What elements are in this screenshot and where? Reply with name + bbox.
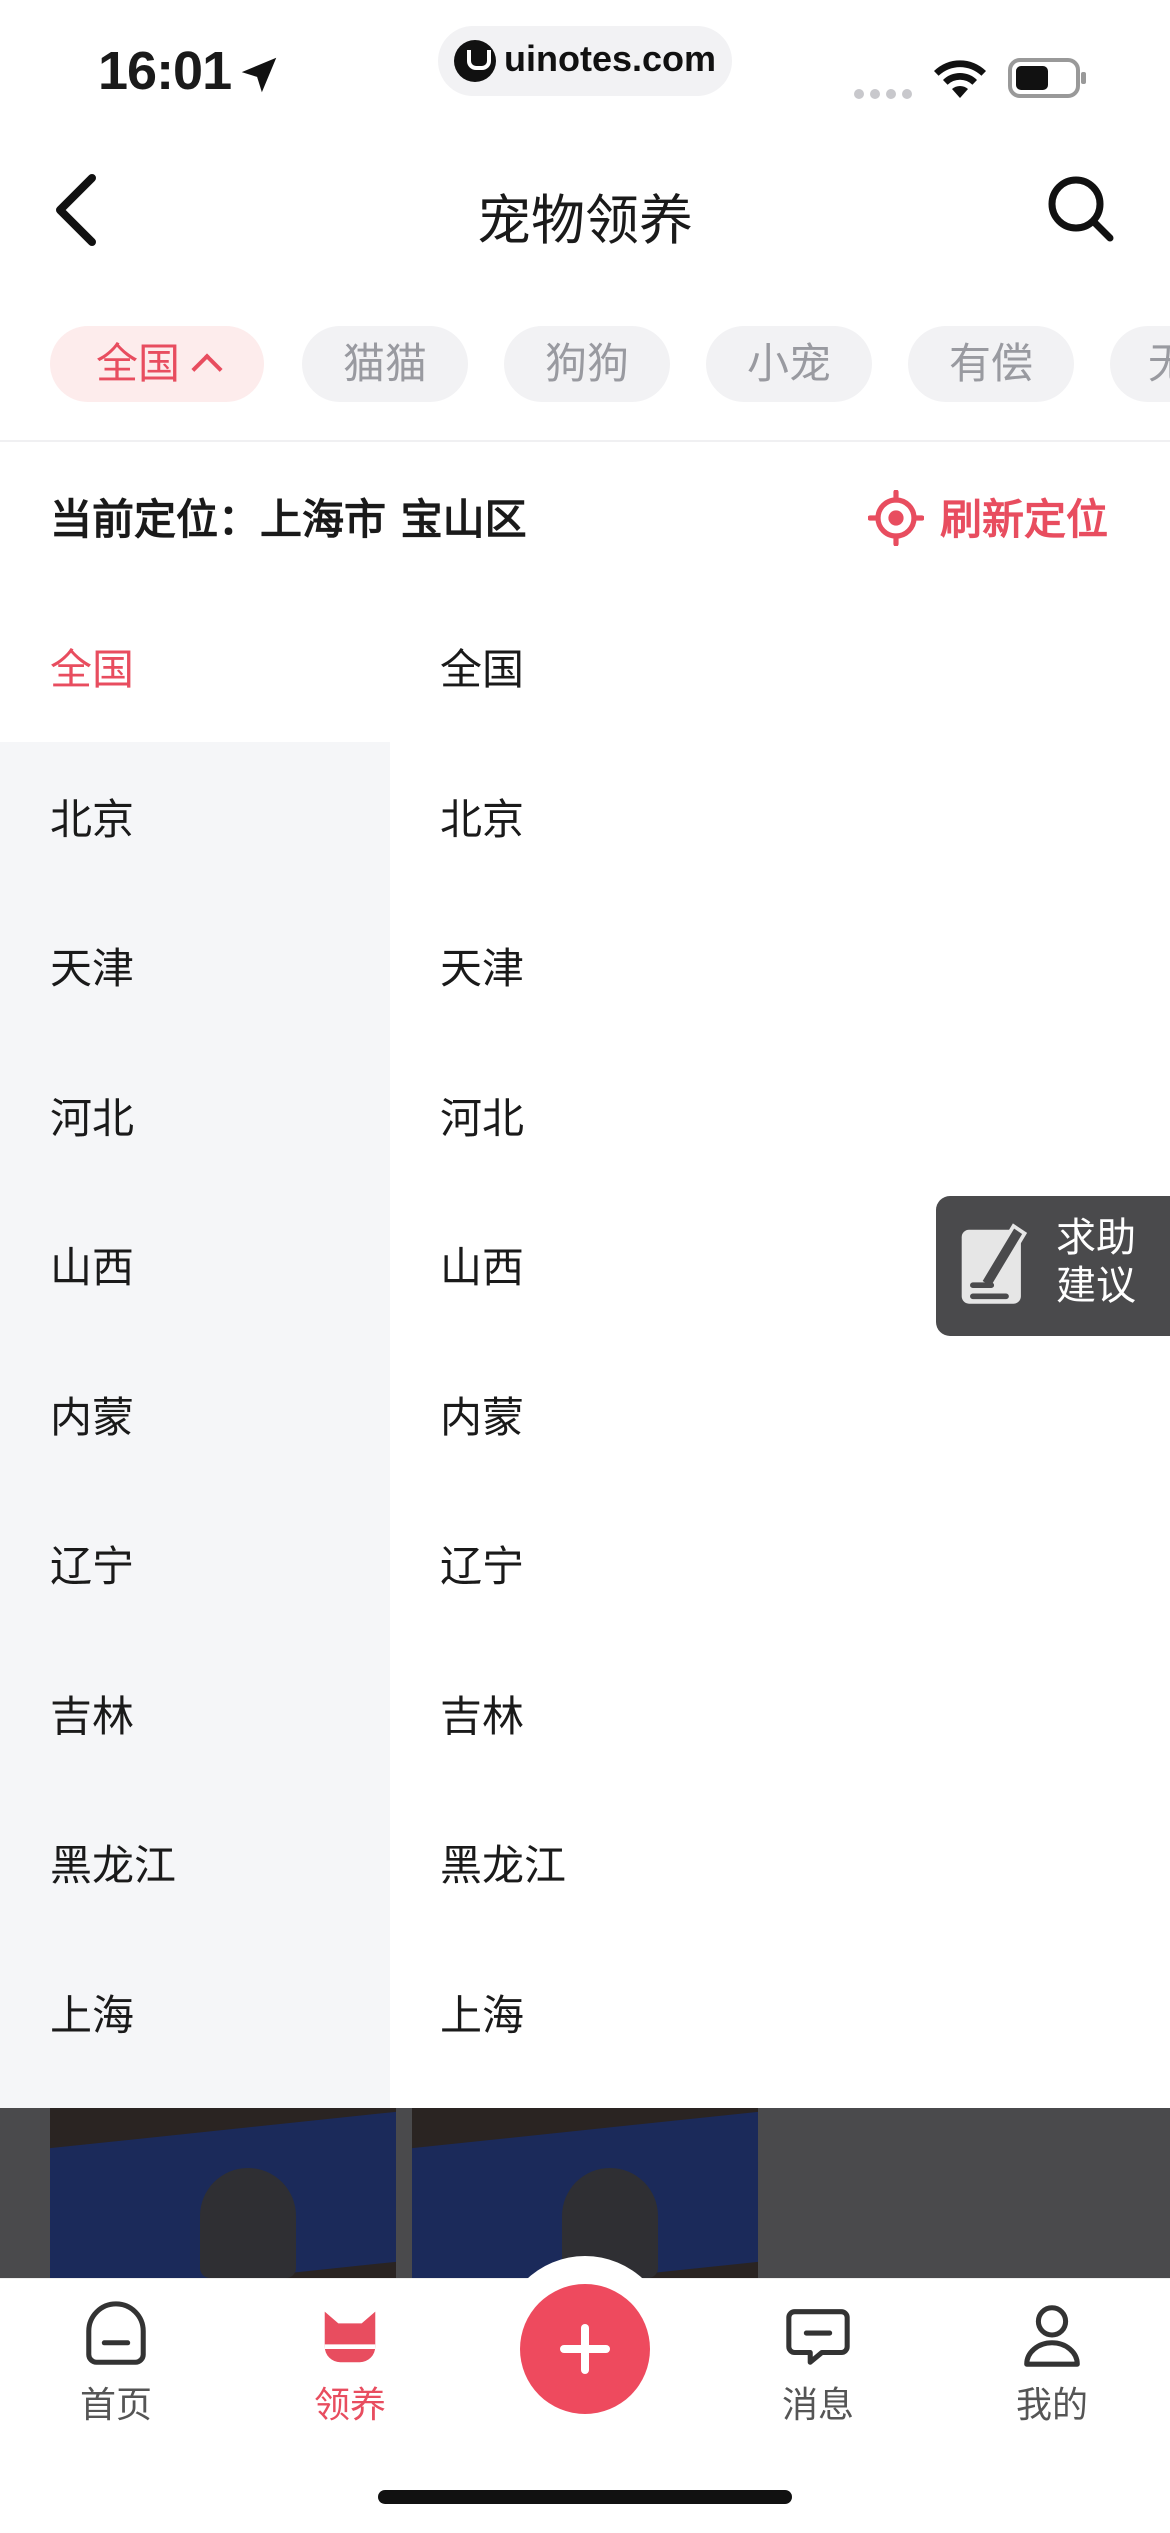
city-item[interactable]: 山西 xyxy=(440,1234,524,1295)
filter-chip-dog[interactable]: 狗狗 xyxy=(504,326,670,402)
message-icon xyxy=(786,2309,850,2365)
current-location: 当前定位：上海市 宝山区 xyxy=(50,495,527,544)
search-icon[interactable] xyxy=(1044,172,1116,244)
city-item[interactable]: 河北 xyxy=(440,1085,524,1146)
city-item[interactable]: 上海 xyxy=(440,1982,524,2043)
filter-tabs: 全国 猫猫 狗狗 小宠 有偿 无 xyxy=(0,326,1170,406)
home-icon xyxy=(86,2301,146,2365)
filter-chip-label: 无 xyxy=(1148,339,1170,388)
city-item[interactable]: 全国 xyxy=(440,636,524,697)
province-item[interactable]: 山西 xyxy=(50,1234,134,1295)
city-item[interactable]: 辽宁 xyxy=(440,1533,524,1594)
tab-adopt[interactable]: 领养 xyxy=(270,2300,430,2428)
status-time: 16:01 xyxy=(98,41,232,101)
filter-chip-label: 狗狗 xyxy=(544,339,629,388)
city-item[interactable]: 北京 xyxy=(440,786,524,847)
status-bar: 16:01 uinotes.com xyxy=(0,0,1170,130)
city-item[interactable]: 天津 xyxy=(440,935,524,996)
tab-profile[interactable]: 我的 xyxy=(972,2300,1132,2428)
province-item[interactable]: 吉林 xyxy=(50,1683,134,1744)
province-item[interactable]: 河北 xyxy=(50,1085,134,1146)
tab-label: 我的 xyxy=(1015,2385,1088,2426)
battery-icon xyxy=(1008,58,1086,98)
tab-label: 消息 xyxy=(781,2385,854,2426)
tab-label: 首页 xyxy=(79,2385,152,2426)
pet-thumbnail xyxy=(412,2108,758,2278)
tab-label: 领养 xyxy=(313,2385,386,2426)
filter-chip-label: 有偿 xyxy=(948,339,1033,388)
help-line-1: 求助 xyxy=(1056,1215,1136,1261)
help-suggest-label: 求助 建议 xyxy=(1056,1214,1136,1310)
filter-chip-paid[interactable]: 有偿 xyxy=(908,326,1074,402)
tab-home[interactable]: 首页 xyxy=(36,2300,196,2428)
filter-chip-nationwide[interactable]: 全国 xyxy=(50,326,264,402)
province-item[interactable]: 全国 xyxy=(50,636,134,697)
province-item[interactable]: 北京 xyxy=(50,786,134,847)
cat-icon xyxy=(324,2311,376,2363)
add-post-button[interactable] xyxy=(520,2284,650,2414)
location-arrow-icon xyxy=(241,57,277,93)
filter-chip-label: 猫猫 xyxy=(342,339,427,388)
profile-icon xyxy=(1024,2305,1080,2367)
tab-messages[interactable]: 消息 xyxy=(738,2300,898,2428)
home-indicator xyxy=(378,2490,792,2504)
wifi-icon xyxy=(934,60,986,98)
page-title: 宠物领养 xyxy=(477,189,693,252)
url-text: uinotes.com xyxy=(504,38,717,79)
feedback-edit-icon xyxy=(961,1223,1028,1304)
province-item[interactable]: 天津 xyxy=(50,935,134,996)
pet-thumbnail xyxy=(50,2108,396,2278)
filter-chip-more[interactable]: 无 xyxy=(1110,326,1170,402)
refresh-location-button[interactable]: 刷新定位 xyxy=(940,486,1108,547)
locate-target-icon[interactable] xyxy=(868,490,924,546)
filter-chip-small-pet[interactable]: 小宠 xyxy=(706,326,872,402)
filter-chip-cat[interactable]: 猫猫 xyxy=(302,326,468,402)
city-item[interactable]: 内蒙 xyxy=(440,1384,524,1445)
province-item[interactable]: 黑龙江 xyxy=(50,1832,176,1893)
signal-icon xyxy=(854,84,918,103)
filter-chip-label: 小宠 xyxy=(746,339,831,388)
city-item[interactable]: 黑龙江 xyxy=(440,1832,566,1893)
chevron-up-icon xyxy=(191,353,223,385)
city-item[interactable]: 吉林 xyxy=(440,1683,524,1744)
site-logo-icon xyxy=(454,40,496,82)
help-line-2: 建议 xyxy=(1056,1263,1136,1309)
province-item[interactable]: 内蒙 xyxy=(50,1384,134,1445)
province-item[interactable]: 上海 xyxy=(50,1982,134,2043)
divider xyxy=(0,440,1170,442)
filter-chip-label: 全国 xyxy=(95,339,180,388)
province-item[interactable]: 辽宁 xyxy=(50,1533,134,1594)
